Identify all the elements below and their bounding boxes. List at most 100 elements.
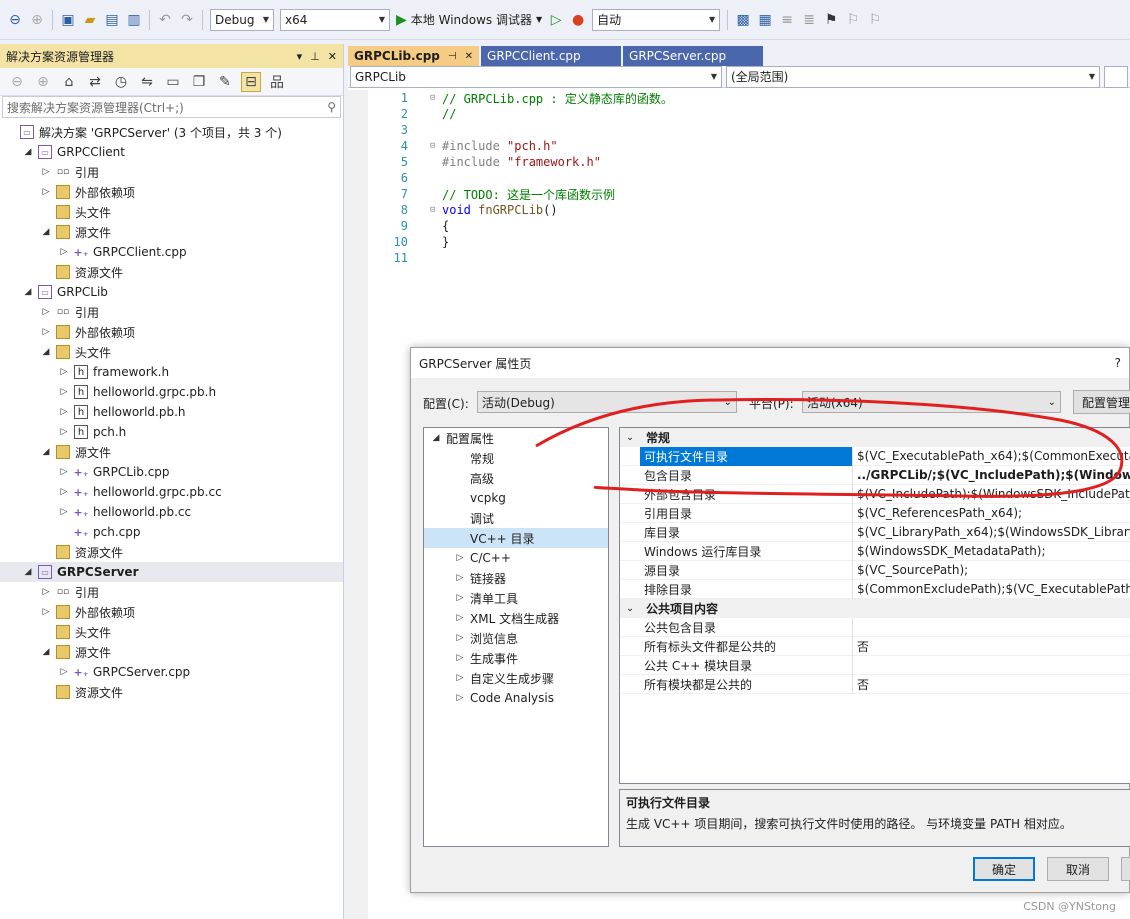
comment-icon[interactable]: ≡: [777, 10, 797, 30]
tree-item[interactable]: ▷ +₊ helloworld.pb.cc: [0, 502, 343, 522]
collapse-arrow-icon[interactable]: ⌄: [624, 604, 636, 614]
prev-bookmark-icon[interactable]: ⚐: [843, 10, 863, 30]
ok-button[interactable]: 确定: [973, 857, 1035, 881]
project-nav-dropdown[interactable]: GRPCLib ▼: [350, 65, 722, 88]
config-tree-item[interactable]: vcpkg: [424, 488, 608, 508]
find-in-files-icon[interactable]: ▩: [733, 10, 753, 30]
solution-search-input[interactable]: 搜索解决方案资源管理器(Ctrl+;) ⚲: [2, 96, 341, 118]
forward-icon[interactable]: ⊕: [33, 72, 53, 92]
config-tree-item[interactable]: ▷ C/C++: [424, 548, 608, 568]
property-value[interactable]: $(VC_LibraryPath_x64);$(WindowsSDK_Libra…: [853, 525, 1130, 539]
property-value[interactable]: $(VC_ExecutablePath_x64);$(CommonExecuta…: [853, 449, 1130, 463]
fold-icon[interactable]: ⊟: [430, 205, 440, 215]
property-value[interactable]: $(VC_ReferencesPath_x64);: [853, 506, 1130, 520]
home-icon[interactable]: ⌂: [59, 72, 79, 92]
hot-reload-icon[interactable]: ●: [568, 10, 588, 30]
solution-config-dropdown[interactable]: 自动 ▼: [592, 8, 721, 31]
expand-arrow-icon[interactable]: ▷: [58, 467, 70, 477]
collapse-arrow-icon[interactable]: ⌄: [624, 433, 636, 443]
tree-item[interactable]: ▷ ▫▫ 引用: [0, 582, 343, 602]
scope-nav-dropdown[interactable]: (全局范围) ▼: [726, 65, 1100, 88]
tree-item[interactable]: ▷ +₊ helloworld.grpc.pb.cc: [0, 482, 343, 502]
back-icon[interactable]: ⊖: [7, 72, 27, 92]
expand-arrow-icon[interactable]: ▷: [58, 387, 70, 397]
tree-item[interactable]: ▷ h pch.h: [0, 422, 343, 442]
close-icon[interactable]: ✕: [328, 50, 337, 63]
config-tree-item[interactable]: ▷ 清单工具: [424, 588, 608, 608]
tree-item[interactable]: ▷ 外部依赖项: [0, 602, 343, 622]
config-manager-button[interactable]: 配置管理: [1073, 390, 1130, 414]
property-row[interactable]: Windows 运行库目录 $(WindowsSDK_MetadataPath);: [620, 541, 1130, 561]
tree-item[interactable]: ▷ +₊ GRPCLib.cpp: [0, 462, 343, 482]
tree-item[interactable]: ◢ 源文件: [0, 642, 343, 662]
editor-tab[interactable]: GRPCClient.cpp: [481, 46, 622, 66]
config-tree-item[interactable]: ▷ 浏览信息: [424, 628, 608, 648]
collapse-arrow-icon[interactable]: ◢: [40, 647, 52, 657]
property-row[interactable]: 包含目录 ../GRPCLib/;$(VC_IncludePath);$(Wind…: [620, 465, 1130, 485]
tree-item[interactable]: ▷ 外部依赖项: [0, 322, 343, 342]
redo-icon[interactable]: ↷: [177, 10, 197, 30]
preview-icon[interactable]: ⊟: [241, 71, 261, 92]
property-row[interactable]: 引用目录 $(VC_ReferencesPath_x64);: [620, 503, 1130, 523]
platform-dropdown[interactable]: 活动(x64) ⌄: [802, 391, 1061, 413]
collapse-arrow-icon[interactable]: ◢: [40, 447, 52, 457]
expand-arrow-icon[interactable]: ▷: [58, 367, 70, 377]
tree-item[interactable]: 资源文件: [0, 542, 343, 562]
property-row[interactable]: 外部包含目录 $(VC_IncludePath);$(WindowsSDK_Inc…: [620, 484, 1130, 504]
tree-item[interactable]: 头文件: [0, 202, 343, 222]
save-all-icon[interactable]: ▥: [124, 10, 144, 30]
tree-item[interactable]: ▷ h helloworld.grpc.pb.h: [0, 382, 343, 402]
tree-item[interactable]: ▷ ▫▫ 引用: [0, 302, 343, 322]
collapse-arrow-icon[interactable]: ◢: [40, 347, 52, 357]
code-area[interactable]: 1 ⊟// GRPCLib.cpp : 定义静态库的函数。 2//3 4 ⊟ #inclu…: [368, 90, 1128, 266]
tree-item[interactable]: ▷ +₊ GRPCServer.cpp: [0, 662, 343, 682]
expand-arrow-icon[interactable]: ▷: [58, 247, 70, 257]
config-tree-item[interactable]: ▷ 生成事件: [424, 648, 608, 668]
expand-arrow-icon[interactable]: ▷: [58, 487, 70, 497]
config-tree-item[interactable]: ▷ Code Analysis: [424, 688, 608, 708]
pin-icon[interactable]: ⊣: [448, 51, 457, 62]
build-config-dropdown[interactable]: Debug ▼: [210, 8, 274, 31]
expand-arrow-icon[interactable]: ▷: [454, 633, 466, 643]
editor-tab[interactable]: GRPCServer.cpp: [623, 46, 764, 66]
expand-arrow-icon[interactable]: ▷: [454, 693, 466, 703]
tree-item[interactable]: ▷ 外部依赖项: [0, 182, 343, 202]
tree-item[interactable]: ◢ 头文件: [0, 342, 343, 362]
tree-item[interactable]: ◢ ▭ GRPCClient: [0, 142, 343, 162]
property-value[interactable]: $(VC_SourcePath);: [853, 563, 1130, 577]
save-icon[interactable]: ▤: [102, 10, 122, 30]
fold-icon[interactable]: ⊟: [430, 93, 440, 103]
forward-icon[interactable]: ⊕: [27, 10, 47, 30]
expand-arrow-icon[interactable]: ▷: [58, 507, 70, 517]
start-without-debug-icon[interactable]: ▷: [546, 10, 566, 30]
close-icon[interactable]: ✕: [465, 51, 473, 62]
property-row[interactable]: 排除目录 $(CommonExcludePath);$(VC_Executable…: [620, 579, 1130, 599]
tree-item[interactable]: 头文件: [0, 622, 343, 642]
expand-arrow-icon[interactable]: ▷: [40, 167, 52, 177]
back-icon[interactable]: ⊖: [5, 10, 25, 30]
member-nav-dropdown[interactable]: [1104, 65, 1128, 88]
collapse-arrow-icon[interactable]: ◢: [22, 287, 34, 297]
help-button[interactable]: ?: [1115, 356, 1121, 370]
editor-tab[interactable]: GRPCLib.cpp ⊣ ✕: [348, 46, 480, 66]
next-bookmark-icon[interactable]: ⚐: [865, 10, 885, 30]
config-tree-item[interactable]: 常规: [424, 448, 608, 468]
platform-dropdown[interactable]: x64 ▼: [280, 8, 390, 31]
expand-arrow-icon[interactable]: ▷: [454, 613, 466, 623]
property-value[interactable]: 否: [853, 638, 1130, 655]
uncomment-icon[interactable]: ≣: [799, 10, 819, 30]
config-tree-item[interactable]: 高级: [424, 468, 608, 488]
start-debugging-button[interactable]: ▶ 本地 Windows 调试器 ▼: [396, 11, 542, 28]
config-tree-item[interactable]: ▷ 链接器: [424, 568, 608, 588]
bookmark-icon[interactable]: ⚑: [821, 10, 841, 30]
property-value[interactable]: 否: [853, 676, 1130, 693]
pin-icon[interactable]: ⊥: [310, 50, 320, 63]
config-tree-item[interactable]: 调试: [424, 508, 608, 528]
property-row[interactable]: 源目录 $(VC_SourcePath);: [620, 560, 1130, 580]
property-value[interactable]: $(CommonExcludePath);$(VC_ExecutablePath…: [853, 582, 1130, 596]
property-category[interactable]: ⌄ 公共项目内容: [620, 599, 1130, 618]
dropdown-icon[interactable]: ▾: [297, 50, 303, 63]
sync-icon[interactable]: ⇋: [137, 72, 157, 92]
property-row[interactable]: 公共包含目录: [620, 617, 1130, 637]
collapse-all-icon[interactable]: ▭: [163, 72, 183, 92]
